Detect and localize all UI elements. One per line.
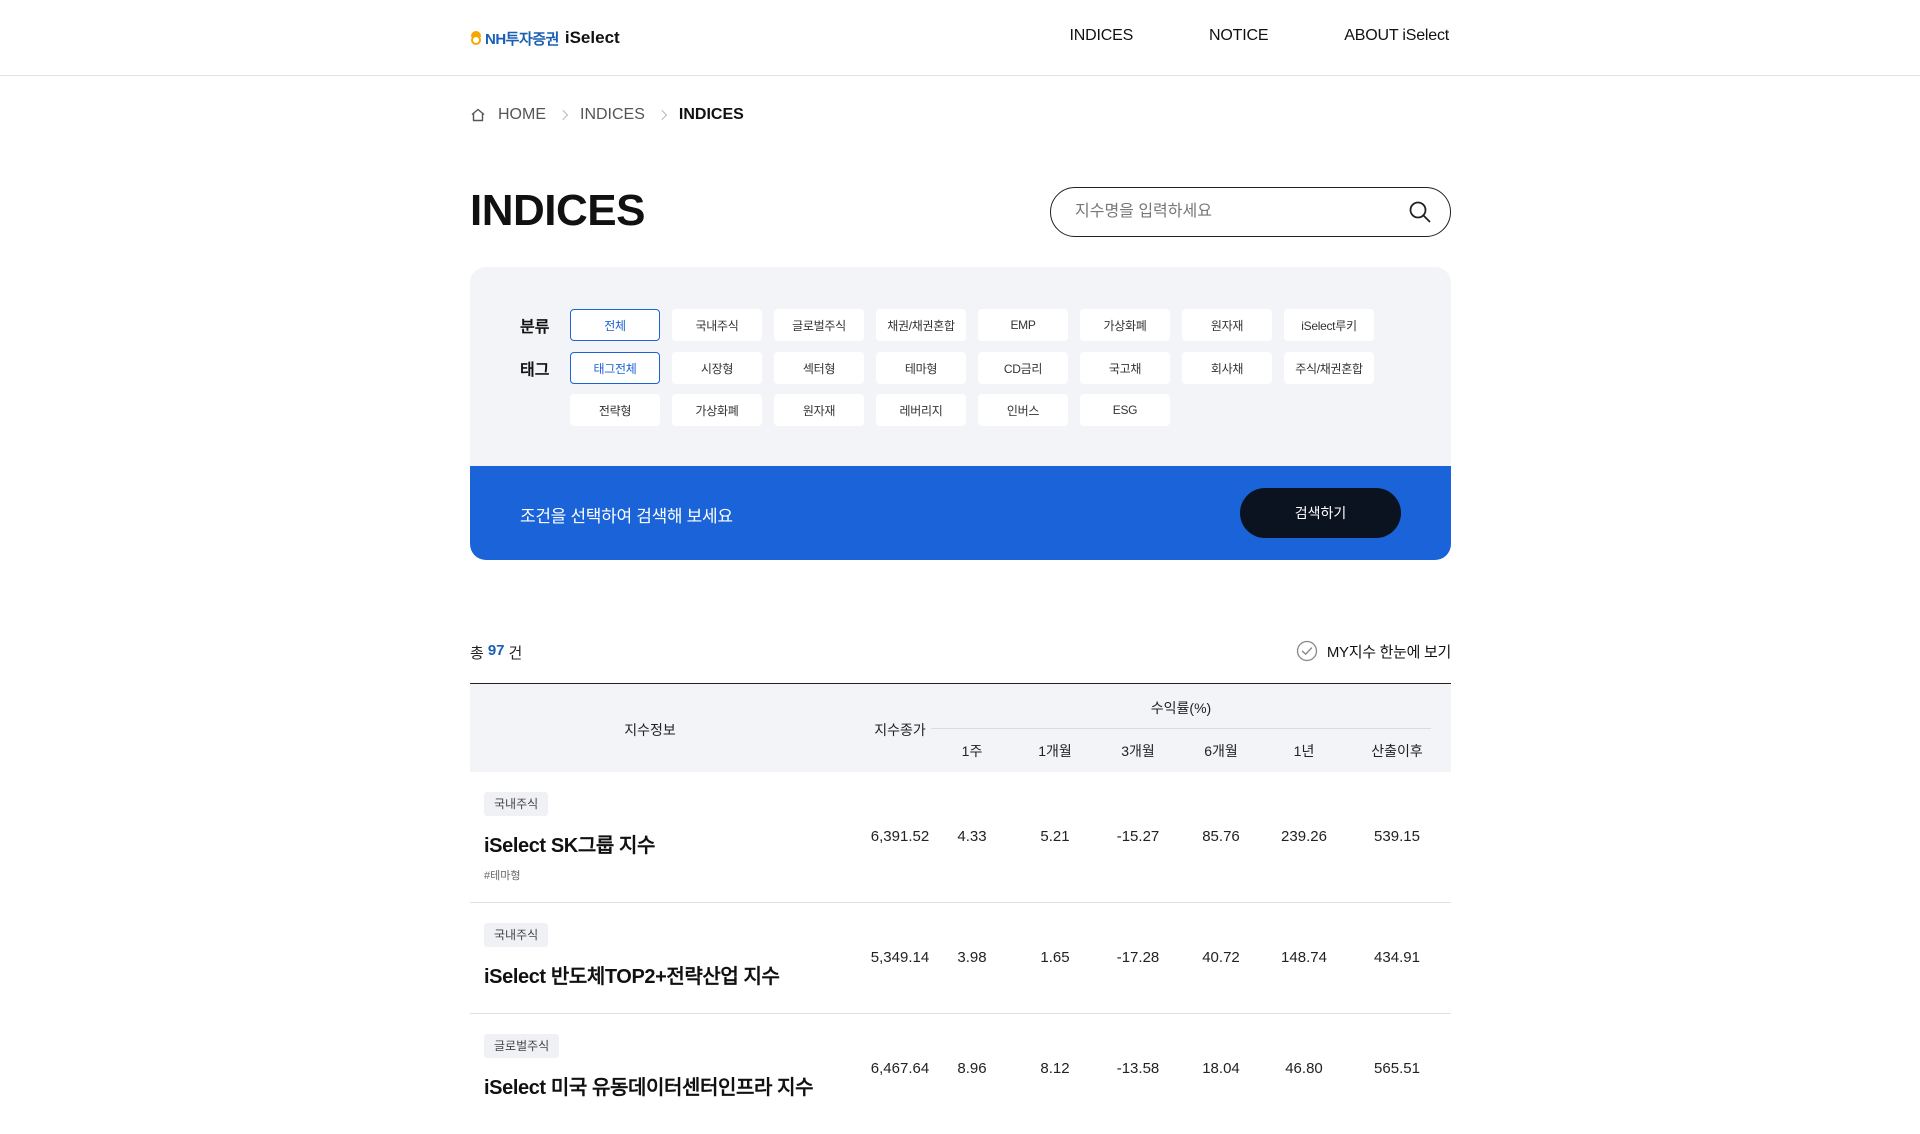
header-1m: 1개월 bbox=[1038, 743, 1072, 759]
header-divider bbox=[931, 728, 1431, 729]
row-return-1m: 8.12 bbox=[1040, 1060, 1070, 1077]
search-prompt: 조건을 선택하여 검색해 보세요 bbox=[520, 507, 733, 526]
nh-logo-icon bbox=[470, 31, 482, 45]
tag-label: 태그 bbox=[520, 362, 550, 379]
row-category-badge: 국내주식 bbox=[484, 792, 549, 816]
row-return-6m: 40.72 bbox=[1202, 949, 1240, 966]
chip-tag-inverse[interactable]: 인버스 bbox=[978, 394, 1068, 426]
row-index-name[interactable]: iSelect 미국 유동데이터센터인프라 지수 bbox=[484, 1071, 814, 1100]
table-row[interactable]: 국내주식 iSelect 반도체TOP2+전략산업 지수 5,349.14 3.… bbox=[470, 903, 1451, 1014]
header-close: 지수종가 bbox=[874, 722, 926, 738]
header-3m: 3개월 bbox=[1121, 743, 1155, 759]
chip-tag-leverage[interactable]: 레버리지 bbox=[876, 394, 966, 426]
chip-tag-cd-rate[interactable]: CD금리 bbox=[978, 352, 1068, 384]
breadcrumb: HOME INDICES INDICES bbox=[470, 106, 744, 124]
chip-tag-theme[interactable]: 테마형 bbox=[876, 352, 966, 384]
row-return-6m: 85.76 bbox=[1202, 828, 1240, 845]
search-icon[interactable] bbox=[1408, 200, 1432, 224]
chip-category-rookie[interactable]: iSelect루키 bbox=[1284, 309, 1374, 341]
result-count-number: 97 bbox=[487, 642, 505, 659]
filter-panel: 분류 전체 국내주식 글로벌주식 채권/채권혼합 EMP 가상화폐 원자재 iS… bbox=[470, 267, 1451, 467]
row-return-6m: 18.04 bbox=[1202, 1060, 1240, 1077]
chip-category-bond[interactable]: 채권/채권혼합 bbox=[876, 309, 966, 341]
chip-category-domestic[interactable]: 국내주식 bbox=[672, 309, 762, 341]
nav-notice[interactable]: NOTICE bbox=[1209, 27, 1268, 45]
category-chips: 전체 국내주식 글로벌주식 채권/채권혼합 EMP 가상화폐 원자재 iSele… bbox=[570, 309, 1386, 341]
result-count-prefix: 총 bbox=[470, 645, 484, 662]
chip-tag-mixed[interactable]: 주식/채권혼합 bbox=[1284, 352, 1374, 384]
breadcrumb-current: INDICES bbox=[678, 106, 744, 123]
row-return-since: 539.15 bbox=[1374, 828, 1420, 845]
chip-tag-commodity[interactable]: 원자재 bbox=[774, 394, 864, 426]
category-label: 분류 bbox=[520, 319, 550, 336]
chip-category-commodity[interactable]: 원자재 bbox=[1182, 309, 1272, 341]
row-return-1w: 8.96 bbox=[957, 1060, 987, 1077]
header-6m: 6개월 bbox=[1204, 743, 1238, 759]
index-search bbox=[1050, 187, 1451, 237]
page-title: INDICES bbox=[470, 186, 645, 235]
header-since: 산출이후 bbox=[1371, 743, 1423, 759]
logo[interactable]: NH투자증권 iSelect bbox=[470, 27, 620, 49]
row-category-badge: 글로벌주식 bbox=[484, 1034, 560, 1058]
chevron-right-icon bbox=[656, 110, 667, 120]
home-icon[interactable] bbox=[470, 107, 486, 123]
logo-product: iSelect bbox=[564, 28, 620, 47]
chip-tag-strategy[interactable]: 전략형 bbox=[570, 394, 660, 426]
row-tag: #테마형 bbox=[484, 870, 521, 882]
chip-tag-crypto[interactable]: 가상화폐 bbox=[672, 394, 762, 426]
tag-chips-row1: 태그전체 시장형 섹터형 테마형 CD금리 국고채 회사채 주식/채권혼합 bbox=[570, 352, 1386, 384]
row-return-3m: -17.28 bbox=[1116, 949, 1160, 966]
chip-category-global[interactable]: 글로벌주식 bbox=[774, 309, 864, 341]
row-return-1y: 239.26 bbox=[1281, 828, 1327, 845]
header-returns: 수익률(%) bbox=[1150, 700, 1212, 716]
row-return-1w: 4.33 bbox=[957, 828, 987, 845]
chip-tag-treasury[interactable]: 국고채 bbox=[1080, 352, 1170, 384]
header-1w: 1주 bbox=[961, 743, 983, 759]
table-row[interactable]: 국내주식 iSelect SK그룹 지수 #테마형 6,391.52 4.33 … bbox=[470, 772, 1451, 903]
search-submit-button[interactable]: 검색하기 bbox=[1240, 488, 1401, 538]
row-category-badge: 국내주식 bbox=[484, 923, 549, 947]
check-circle-icon[interactable] bbox=[1296, 640, 1318, 662]
chip-category-emp[interactable]: EMP bbox=[978, 309, 1068, 341]
search-input[interactable] bbox=[1075, 188, 1395, 235]
chevron-right-icon bbox=[558, 110, 568, 120]
result-count: 총 97 건 bbox=[470, 642, 522, 663]
row-return-3m: -13.58 bbox=[1116, 1060, 1160, 1077]
table-row[interactable]: 글로벌주식 iSelect 미국 유동데이터센터인프라 지수 6,467.64 … bbox=[470, 1014, 1451, 1134]
result-count-suffix: 건 bbox=[508, 645, 523, 662]
search-bar: 조건을 선택하여 검색해 보세요 검색하기 bbox=[470, 466, 1451, 560]
header-1y: 1년 bbox=[1293, 743, 1315, 759]
chip-tag-sector[interactable]: 섹터형 bbox=[774, 352, 864, 384]
breadcrumb-home[interactable]: HOME bbox=[498, 106, 546, 124]
breadcrumb-indices[interactable]: INDICES bbox=[580, 106, 645, 124]
indices-table: 지수정보 지수종가 수익률(%) 1주 1개월 3개월 6개월 1년 산출이후 … bbox=[470, 683, 1451, 1134]
row-return-1w: 3.98 bbox=[957, 949, 987, 966]
row-return-since: 434.91 bbox=[1374, 949, 1420, 966]
my-index-toggle[interactable]: MY지수 한눈에 보기 bbox=[1296, 640, 1451, 662]
chip-tag-all[interactable]: 태그전체 bbox=[570, 352, 660, 384]
chip-category-crypto[interactable]: 가상화폐 bbox=[1080, 309, 1170, 341]
tag-chips-row2: 전략형 가상화폐 원자재 레버리지 인버스 ESG bbox=[570, 394, 1182, 426]
row-index-name[interactable]: iSelect 반도체TOP2+전략산업 지수 bbox=[484, 960, 780, 989]
row-return-1y: 148.74 bbox=[1281, 949, 1327, 966]
site-header: NH투자증권 iSelect INDICES NOTICE ABOUT iSel… bbox=[0, 0, 1920, 76]
chip-tag-esg[interactable]: ESG bbox=[1080, 394, 1170, 426]
row-index-name[interactable]: iSelect SK그룹 지수 bbox=[484, 829, 655, 858]
main-nav: INDICES NOTICE ABOUT iSelect bbox=[994, 27, 1450, 45]
row-return-1m: 5.21 bbox=[1040, 828, 1070, 845]
table-header: 지수정보 지수종가 수익률(%) 1주 1개월 3개월 6개월 1년 산출이후 bbox=[470, 683, 1451, 772]
row-return-3m: -15.27 bbox=[1116, 828, 1160, 845]
logo-brand: NH투자증권 bbox=[485, 30, 559, 48]
row-return-1y: 46.80 bbox=[1285, 1060, 1323, 1077]
chip-category-all[interactable]: 전체 bbox=[570, 309, 660, 341]
row-return-1m: 1.65 bbox=[1040, 949, 1070, 966]
nav-indices[interactable]: INDICES bbox=[1070, 27, 1134, 45]
row-return-since: 565.51 bbox=[1374, 1060, 1420, 1077]
nav-about[interactable]: ABOUT iSelect bbox=[1344, 27, 1449, 45]
my-index-label: MY지수 한눈에 보기 bbox=[1326, 643, 1451, 661]
chip-tag-market[interactable]: 시장형 bbox=[672, 352, 762, 384]
header-info: 지수정보 bbox=[624, 722, 676, 738]
chip-tag-corporate[interactable]: 회사채 bbox=[1182, 352, 1272, 384]
